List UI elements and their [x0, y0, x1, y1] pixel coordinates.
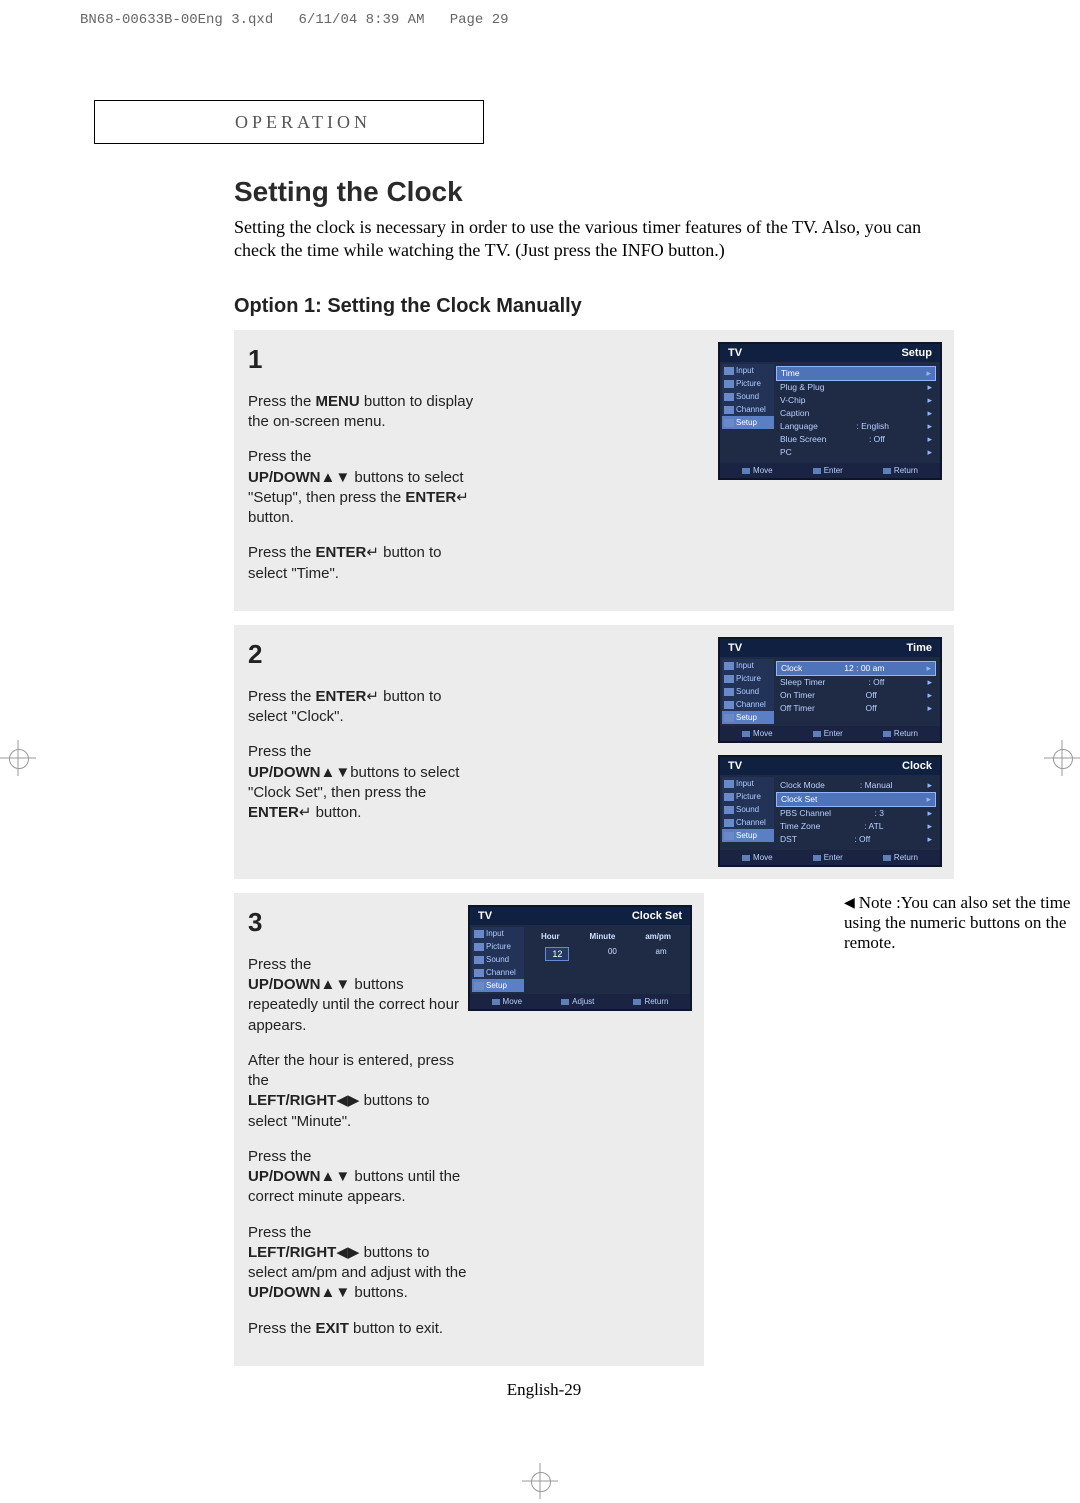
print-date: 6/11/04 8:39 AM	[298, 12, 424, 28]
step-1-para-1: Press the MENU button to display the on-…	[248, 392, 478, 433]
step-3-para-2: After the hour is entered, press the LEF…	[248, 1051, 468, 1132]
channel-icon	[724, 406, 734, 414]
step-3-number: 3	[248, 905, 468, 940]
print-header: BN68-00633B-00Eng 3.qxd 6/11/04 8:39 AM …	[80, 12, 509, 28]
step-3-para-3: Press the UP/DOWN▲▼ buttons until the co…	[248, 1147, 468, 1208]
step-2-para-1: Press the ENTER↵ button to select "Clock…	[248, 687, 478, 728]
step-3-para-4: Press the LEFT/RIGHT◀▶ buttons to select…	[248, 1223, 468, 1304]
registration-mark-right	[1044, 740, 1080, 776]
tv-screenshot-time: TVTime Input Picture Sound Channel Setup…	[718, 637, 942, 743]
tv-screenshot-clock: TVClock Input Picture Sound Channel Setu…	[718, 755, 942, 867]
up-down-icon: ▲▼	[321, 1168, 351, 1185]
setup-icon	[724, 419, 734, 427]
clock-set-headers: Hour Minute am/pm	[526, 929, 686, 944]
tv-header-right: Setup	[901, 347, 932, 359]
enter-icon: ↵	[299, 804, 312, 821]
tv-menu-list: Time▸ Plug & Plug▸ V-Chip▸ Caption▸ Lang…	[774, 364, 938, 461]
step-1-para-3: Press the ENTER↵ button to select "Time"…	[248, 543, 478, 584]
page-title: Setting the Clock	[234, 176, 994, 208]
enter-icon: ↵	[366, 688, 379, 705]
input-icon	[724, 367, 734, 375]
up-down-icon: ▲▼	[321, 764, 351, 781]
clock-set-values: 12 00 am	[526, 944, 686, 964]
tv-sidebar: Input Picture Sound Channel Setup	[722, 364, 774, 461]
step-1-number: 1	[248, 342, 478, 377]
section-tab-label: OPERATION	[235, 112, 371, 133]
step-3-para-1: Press the UP/DOWN▲▼ buttons repeatedly u…	[248, 955, 468, 1036]
registration-mark-bottom	[522, 1463, 558, 1499]
step-3-para-5: Press the EXIT button to exit.	[248, 1319, 468, 1339]
step-1-para-2: Press the UP/DOWN▲▼ buttons to select "S…	[248, 447, 478, 528]
left-right-icon: ◀▶	[336, 1244, 359, 1261]
tv-screenshot-clock-set: TVClock Set Input Picture Sound Channel …	[468, 905, 692, 1011]
step-1-box: 1 Press the MENU button to display the o…	[234, 330, 954, 611]
enter-icon: ↵	[456, 489, 469, 506]
picture-icon	[724, 380, 734, 388]
registration-mark-left	[0, 740, 36, 776]
left-right-icon: ◀▶	[336, 1092, 359, 1109]
up-down-icon: ▲▼	[321, 469, 351, 486]
step-2-number: 2	[248, 637, 478, 672]
sound-icon	[724, 393, 734, 401]
intro-paragraph: Setting the clock is necessary in order …	[234, 216, 934, 263]
print-page-label: Page 29	[450, 12, 509, 28]
page-number: English-29	[94, 1380, 994, 1400]
up-down-icon: ▲▼	[321, 1284, 351, 1301]
pointer-left-icon: ◀	[844, 896, 855, 911]
option-heading: Option 1: Setting the Clock Manually	[234, 295, 994, 318]
tv-screenshot-setup: TV Setup Input Picture Sound Channel Setu…	[718, 342, 942, 480]
side-note: ◀Note :You can also set the time using t…	[844, 893, 1080, 953]
tv-footer: MoveEnterReturn	[720, 463, 940, 478]
up-down-icon: ▲▼	[321, 976, 351, 993]
tv-header-left: TV	[728, 347, 742, 359]
manual-page: BN68-00633B-00Eng 3.qxd 6/11/04 8:39 AM …	[0, 0, 1080, 1503]
side-note-text: Note :You can also set the time using th…	[844, 893, 1070, 952]
section-tab: OPERATION	[94, 100, 484, 144]
step-2-box: 2 Press the ENTER↵ button to select "Clo…	[234, 625, 954, 879]
print-file-name: BN68-00633B-00Eng 3.qxd	[80, 12, 273, 28]
step-2-para-2: Press the UP/DOWN▲▼buttons to select "Cl…	[248, 742, 478, 823]
chevron-right-icon: ▸	[926, 368, 931, 379]
step-3-box: 3 Press the UP/DOWN▲▼ buttons repeatedly…	[234, 893, 704, 1366]
step-3-wrap: 3 Press the UP/DOWN▲▼ buttons repeatedly…	[234, 893, 954, 1366]
enter-icon: ↵	[366, 544, 379, 561]
